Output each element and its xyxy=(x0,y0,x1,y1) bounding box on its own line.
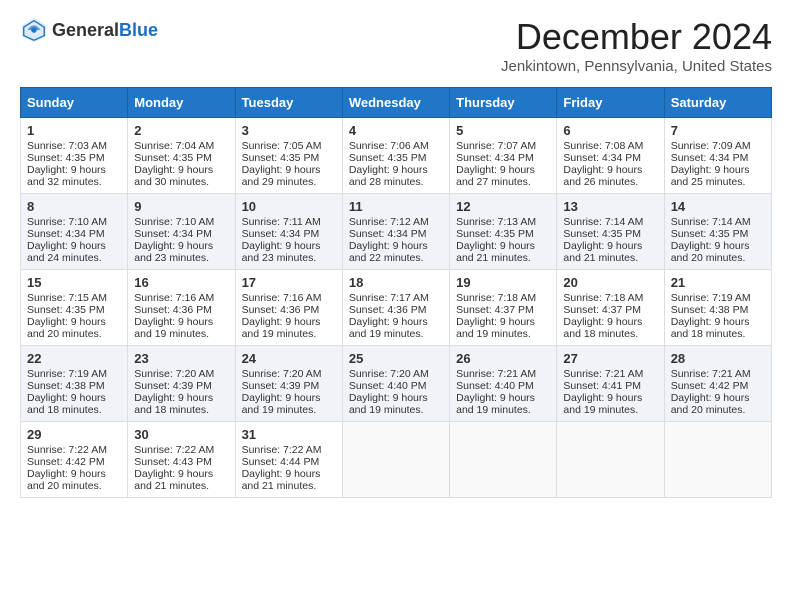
table-row: 4Sunrise: 7:06 AMSunset: 4:35 PMDaylight… xyxy=(342,118,449,194)
table-row: 5Sunrise: 7:07 AMSunset: 4:34 PMDaylight… xyxy=(450,118,557,194)
table-row: 31Sunrise: 7:22 AMSunset: 4:44 PMDayligh… xyxy=(235,422,342,498)
table-row: 16Sunrise: 7:16 AMSunset: 4:36 PMDayligh… xyxy=(128,270,235,346)
calendar-header: Sunday Monday Tuesday Wednesday Thursday… xyxy=(21,88,772,118)
calendar-table: Sunday Monday Tuesday Wednesday Thursday… xyxy=(20,87,772,498)
table-row: 19Sunrise: 7:18 AMSunset: 4:37 PMDayligh… xyxy=(450,270,557,346)
table-row: 8Sunrise: 7:10 AMSunset: 4:34 PMDaylight… xyxy=(21,194,128,270)
table-row: 15Sunrise: 7:15 AMSunset: 4:35 PMDayligh… xyxy=(21,270,128,346)
header-friday: Friday xyxy=(557,88,664,118)
table-row: 30Sunrise: 7:22 AMSunset: 4:43 PMDayligh… xyxy=(128,422,235,498)
logo-text: General Blue xyxy=(52,21,158,39)
table-row: 24Sunrise: 7:20 AMSunset: 4:39 PMDayligh… xyxy=(235,346,342,422)
table-row: 14Sunrise: 7:14 AMSunset: 4:35 PMDayligh… xyxy=(664,194,771,270)
table-row xyxy=(557,422,664,498)
table-row: 2Sunrise: 7:04 AMSunset: 4:35 PMDaylight… xyxy=(128,118,235,194)
logo: General Blue xyxy=(20,16,158,44)
header-row: Sunday Monday Tuesday Wednesday Thursday… xyxy=(21,88,772,118)
table-row xyxy=(342,422,449,498)
table-row: 23Sunrise: 7:20 AMSunset: 4:39 PMDayligh… xyxy=(128,346,235,422)
table-row xyxy=(450,422,557,498)
table-row: 6Sunrise: 7:08 AMSunset: 4:34 PMDaylight… xyxy=(557,118,664,194)
table-row: 18Sunrise: 7:17 AMSunset: 4:36 PMDayligh… xyxy=(342,270,449,346)
table-row: 12Sunrise: 7:13 AMSunset: 4:35 PMDayligh… xyxy=(450,194,557,270)
table-row: 11Sunrise: 7:12 AMSunset: 4:34 PMDayligh… xyxy=(342,194,449,270)
calendar-body: 1Sunrise: 7:03 AMSunset: 4:35 PMDaylight… xyxy=(21,118,772,498)
table-row: 7Sunrise: 7:09 AMSunset: 4:34 PMDaylight… xyxy=(664,118,771,194)
table-row: 3Sunrise: 7:05 AMSunset: 4:35 PMDaylight… xyxy=(235,118,342,194)
table-row: 9Sunrise: 7:10 AMSunset: 4:34 PMDaylight… xyxy=(128,194,235,270)
table-row: 22Sunrise: 7:19 AMSunset: 4:38 PMDayligh… xyxy=(21,346,128,422)
table-row: 28Sunrise: 7:21 AMSunset: 4:42 PMDayligh… xyxy=(664,346,771,422)
table-row: 17Sunrise: 7:16 AMSunset: 4:36 PMDayligh… xyxy=(235,270,342,346)
table-row: 29Sunrise: 7:22 AMSunset: 4:42 PMDayligh… xyxy=(21,422,128,498)
table-row: 10Sunrise: 7:11 AMSunset: 4:34 PMDayligh… xyxy=(235,194,342,270)
logo-blue: Blue xyxy=(119,21,158,39)
logo-icon xyxy=(20,16,48,44)
table-row: 1Sunrise: 7:03 AMSunset: 4:35 PMDaylight… xyxy=(21,118,128,194)
header-thursday: Thursday xyxy=(450,88,557,118)
table-row: 25Sunrise: 7:20 AMSunset: 4:40 PMDayligh… xyxy=(342,346,449,422)
table-row: 13Sunrise: 7:14 AMSunset: 4:35 PMDayligh… xyxy=(557,194,664,270)
table-row: 21Sunrise: 7:19 AMSunset: 4:38 PMDayligh… xyxy=(664,270,771,346)
calendar-title: December 2024 xyxy=(501,16,772,58)
table-row xyxy=(664,422,771,498)
table-row: 20Sunrise: 7:18 AMSunset: 4:37 PMDayligh… xyxy=(557,270,664,346)
header-monday: Monday xyxy=(128,88,235,118)
header-saturday: Saturday xyxy=(664,88,771,118)
page-header: General Blue December 2024 Jenkintown, P… xyxy=(20,16,772,75)
header-wednesday: Wednesday xyxy=(342,88,449,118)
table-row: 26Sunrise: 7:21 AMSunset: 4:40 PMDayligh… xyxy=(450,346,557,422)
header-sunday: Sunday xyxy=(21,88,128,118)
calendar-subtitle: Jenkintown, Pennsylvania, United States xyxy=(501,58,772,75)
table-row: 27Sunrise: 7:21 AMSunset: 4:41 PMDayligh… xyxy=(557,346,664,422)
title-section: December 2024 Jenkintown, Pennsylvania, … xyxy=(501,16,772,75)
logo-general: General xyxy=(52,21,119,39)
header-tuesday: Tuesday xyxy=(235,88,342,118)
